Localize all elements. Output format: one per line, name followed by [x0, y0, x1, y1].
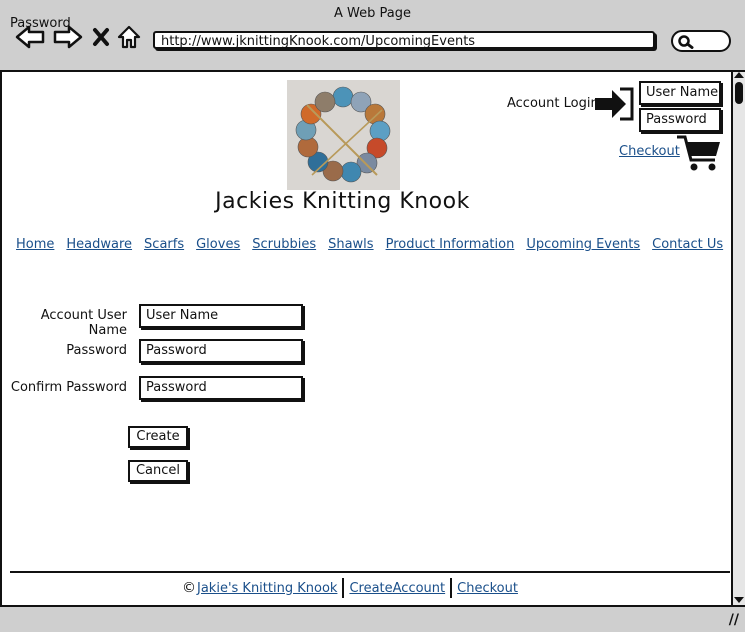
nav-item-shawls[interactable]: Shawls: [322, 235, 379, 255]
scroll-up-icon[interactable]: [734, 72, 744, 78]
nav-item-headware[interactable]: Headware: [60, 235, 138, 255]
nav-item-upcoming-events[interactable]: Upcoming Events: [520, 235, 646, 255]
browser-chrome: A Web Page Password http://www.jknitting…: [0, 0, 745, 72]
nav-item-gloves[interactable]: Gloves: [190, 235, 246, 255]
footer-divider: [10, 571, 730, 573]
footer: © Jakie's Knitting Knook CreateAccount C…: [182, 577, 518, 599]
password-label: Password: [66, 343, 127, 358]
checkout-link[interactable]: Checkout: [619, 144, 680, 159]
home-icon[interactable]: [116, 24, 142, 50]
username-field[interactable]: User Name: [139, 304, 303, 328]
account-login-label: Account Login: [507, 96, 599, 111]
scrollbar-thumb[interactable]: [735, 82, 743, 104]
cancel-button[interactable]: Cancel: [128, 460, 188, 482]
footer-link-divider: [450, 578, 453, 598]
nav-item-scarfs[interactable]: Scarfs: [138, 235, 190, 255]
stop-x-icon[interactable]: [91, 24, 111, 50]
password-field[interactable]: Password: [139, 339, 303, 363]
confirm-password-field[interactable]: Password: [139, 376, 303, 400]
search-icon: [678, 35, 694, 49]
shopping-cart-icon[interactable]: [676, 134, 722, 178]
main-nav: Home Headware Scarfs Gloves Scrubbies Sh…: [10, 234, 726, 256]
status-bar: //: [0, 605, 745, 632]
login-arrow-icon[interactable]: [594, 86, 638, 126]
username-label: Account User Name: [40, 308, 127, 338]
nav-item-product-information[interactable]: Product Information: [380, 235, 521, 255]
header-username-input[interactable]: User Name: [639, 81, 721, 105]
back-arrow-icon[interactable]: [14, 24, 46, 50]
site-title: Jackies Knitting Knook: [215, 189, 470, 214]
nav-item-scrubbies[interactable]: Scrubbies: [246, 235, 322, 255]
nav-item-contact-us[interactable]: Contact Us: [646, 235, 729, 255]
footer-link-checkout[interactable]: Checkout: [457, 581, 518, 596]
address-bar[interactable]: http://www.jknittingKnook.com/UpcomingEv…: [153, 31, 655, 49]
site-logo: [287, 80, 400, 190]
confirm-password-label: Confirm Password: [10, 380, 127, 395]
forward-arrow-icon[interactable]: [52, 24, 84, 50]
footer-link-create-account[interactable]: CreateAccount: [349, 581, 445, 596]
copyright-icon: ©: [182, 580, 196, 596]
footer-link-home[interactable]: Jakie's Knitting Knook: [197, 581, 337, 596]
vertical-scrollbar[interactable]: [731, 72, 745, 605]
nav-item-home[interactable]: Home: [10, 235, 60, 255]
footer-link-divider: [342, 578, 345, 598]
create-button[interactable]: Create: [128, 426, 188, 448]
scroll-down-icon[interactable]: [734, 597, 744, 603]
window-title: A Web Page: [334, 6, 411, 21]
browser-search-box[interactable]: [671, 30, 731, 52]
header-password-input[interactable]: Password: [639, 108, 721, 132]
resize-grip-icon[interactable]: //: [729, 612, 739, 628]
